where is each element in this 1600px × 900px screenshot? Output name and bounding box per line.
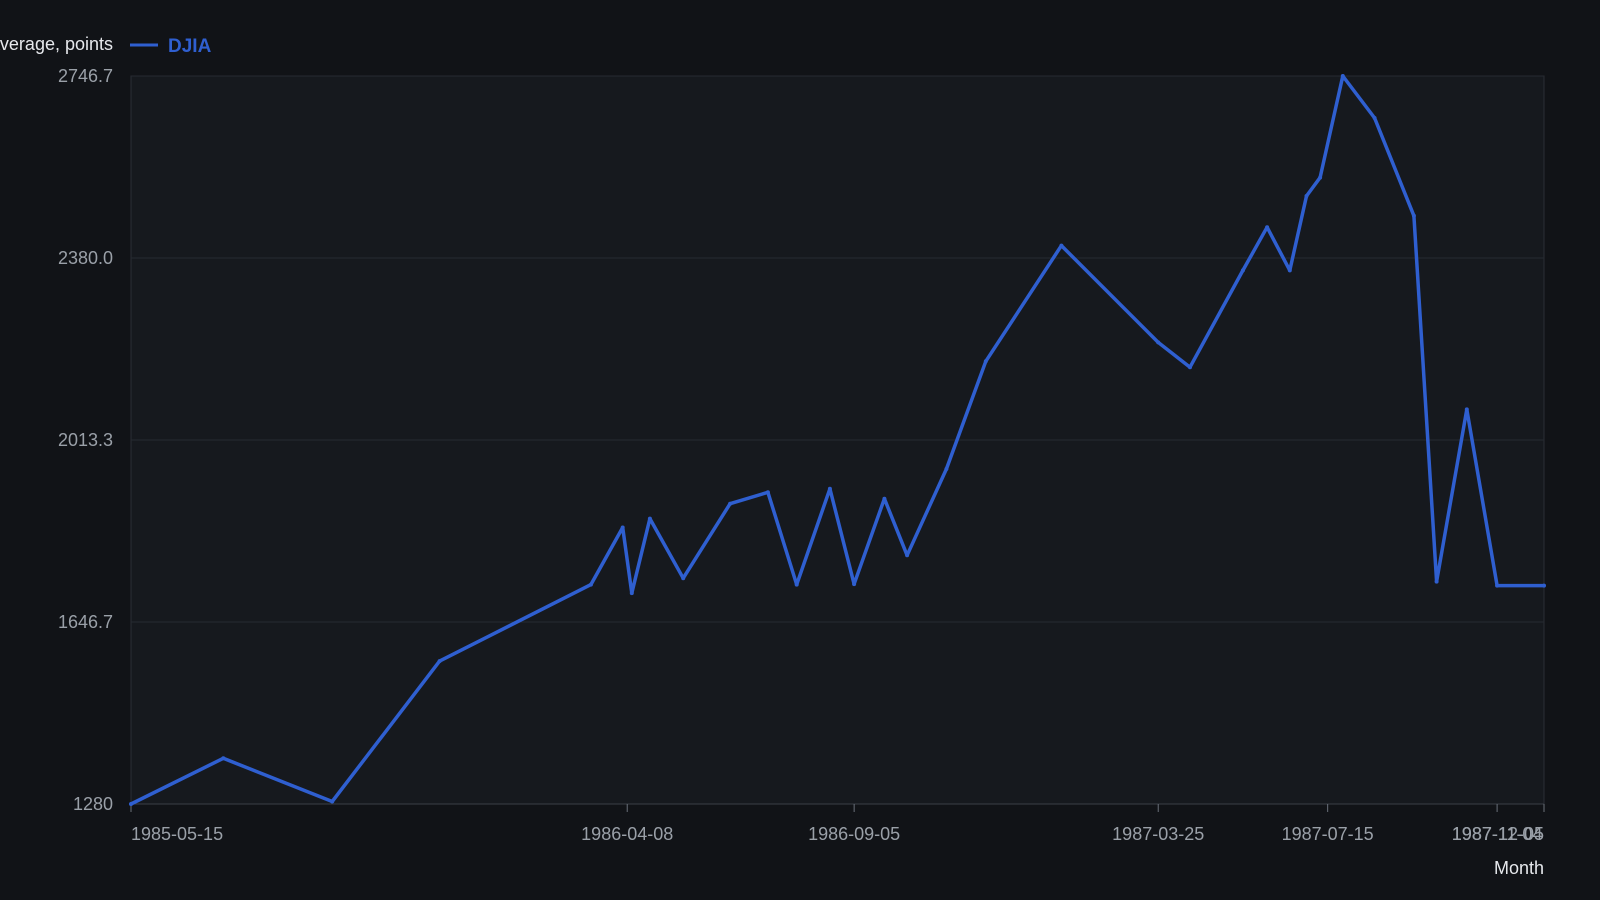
- x-tick-label: 1986-09-05: [808, 824, 900, 844]
- data-point[interactable]: [629, 591, 634, 596]
- data-point[interactable]: [681, 576, 686, 581]
- data-point[interactable]: [620, 525, 625, 530]
- data-point[interactable]: [221, 756, 226, 761]
- data-point[interactable]: [1240, 268, 1245, 273]
- y-tick-label: 2746.7: [58, 66, 113, 86]
- data-point[interactable]: [1156, 340, 1161, 345]
- x-tick-label: 1987-03-25: [1112, 824, 1204, 844]
- chart-container: 1280 1646.7 2013.3 2380.0 2746.7 1985-05-15 19…: [0, 0, 1600, 900]
- data-point[interactable]: [905, 553, 910, 558]
- data-point[interactable]: [129, 802, 133, 806]
- data-point[interactable]: [1287, 268, 1292, 273]
- x-axis-label: Month: [1494, 858, 1544, 878]
- line-chart: 1280 1646.7 2013.3 2380.0 2746.7 1985-05-15 19…: [0, 34, 1546, 878]
- x-tick-label: 1986-04-08: [581, 824, 673, 844]
- x-tick-label: 1987-07-15: [1282, 824, 1374, 844]
- data-point[interactable]: [882, 496, 887, 501]
- data-point[interactable]: [1318, 175, 1323, 180]
- data-point[interactable]: [852, 582, 857, 587]
- y-tick-label: 2380.0: [58, 248, 113, 268]
- data-point[interactable]: [647, 516, 652, 521]
- x-tick-label: 1985-05-15: [131, 824, 223, 844]
- data-point[interactable]: [437, 659, 442, 664]
- data-point[interactable]: [1542, 583, 1546, 588]
- y-tick-label: 2013.3: [58, 430, 113, 450]
- legend[interactable]: DJIA: [130, 36, 212, 57]
- legend-label: DJIA: [168, 36, 212, 57]
- data-point[interactable]: [588, 582, 593, 587]
- data-point[interactable]: [1495, 583, 1500, 588]
- data-point[interactable]: [944, 467, 949, 471]
- data-point[interactable]: [1188, 365, 1192, 370]
- data-point[interactable]: [1434, 579, 1439, 584]
- data-point[interactable]: [1265, 225, 1270, 230]
- data-point[interactable]: [728, 501, 733, 506]
- data-point[interactable]: [1304, 194, 1309, 198]
- y-tick-label: 1280: [73, 794, 113, 814]
- data-point[interactable]: [765, 490, 770, 495]
- data-point[interactable]: [827, 486, 832, 491]
- data-point[interactable]: [1372, 116, 1377, 120]
- data-point[interactable]: [1464, 407, 1469, 412]
- data-point[interactable]: [1340, 74, 1345, 78]
- data-point[interactable]: [330, 799, 335, 804]
- x-tick-label: 1987-12-05: [1452, 824, 1544, 844]
- data-point[interactable]: [983, 359, 988, 364]
- data-point[interactable]: [1059, 243, 1064, 248]
- y-axis-label: Dow Jones Industrial Average, points: [0, 34, 113, 54]
- y-tick-label: 1646.7: [58, 612, 113, 632]
- data-point[interactable]: [1411, 213, 1416, 218]
- data-point[interactable]: [794, 582, 799, 587]
